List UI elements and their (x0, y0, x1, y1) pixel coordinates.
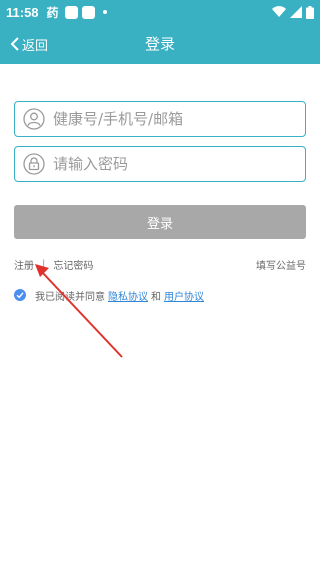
agreement-row: 我已阅读并同意 隐私协议 和 用户协议 (14, 287, 207, 303)
status-bar: 11:58 药 (0, 0, 320, 24)
account-input[interactable] (53, 110, 305, 128)
password-field (14, 146, 306, 182)
chevron-left-icon (10, 37, 19, 51)
welfare-code-link[interactable]: 填写公益号 (256, 257, 306, 272)
link-separator: | (42, 258, 46, 270)
checkmark-icon (16, 292, 24, 299)
status-time: 11:58 (6, 4, 39, 20)
user-agreement-link[interactable]: 用户协议 (164, 288, 204, 303)
agreement-and: 和 (151, 291, 161, 303)
battery-icon (306, 5, 314, 19)
wifi-icon (272, 6, 286, 18)
system-indicators (272, 5, 314, 19)
lock-icon (23, 153, 45, 175)
password-input[interactable] (53, 155, 305, 173)
nav-bar: 返回 登录 (0, 24, 320, 64)
square-notification-icon (64, 5, 78, 19)
back-button[interactable]: 返回 (10, 24, 48, 64)
privacy-policy-link[interactable]: 隐私协议 (108, 288, 148, 303)
agreement-prefix: 我已阅读并同意 (35, 291, 105, 303)
agreement-checkbox[interactable] (14, 289, 26, 301)
notification-indicators: 药 (47, 4, 107, 21)
square-notification-icon (81, 5, 95, 19)
register-link[interactable]: 注册 (14, 257, 34, 272)
back-label: 返回 (22, 38, 49, 54)
signal-icon (290, 6, 302, 18)
dot-notification-icon (102, 10, 107, 14)
login-button[interactable]: 登录 (14, 205, 306, 239)
account-field (14, 101, 306, 137)
forgot-password-link[interactable]: 忘记密码 (53, 257, 93, 272)
auth-links: 注册 | 忘记密码 填写公益号 (14, 256, 306, 272)
app-notification-label: 药 (46, 5, 59, 20)
annotation-arrow (35, 264, 123, 358)
user-icon (23, 108, 45, 130)
